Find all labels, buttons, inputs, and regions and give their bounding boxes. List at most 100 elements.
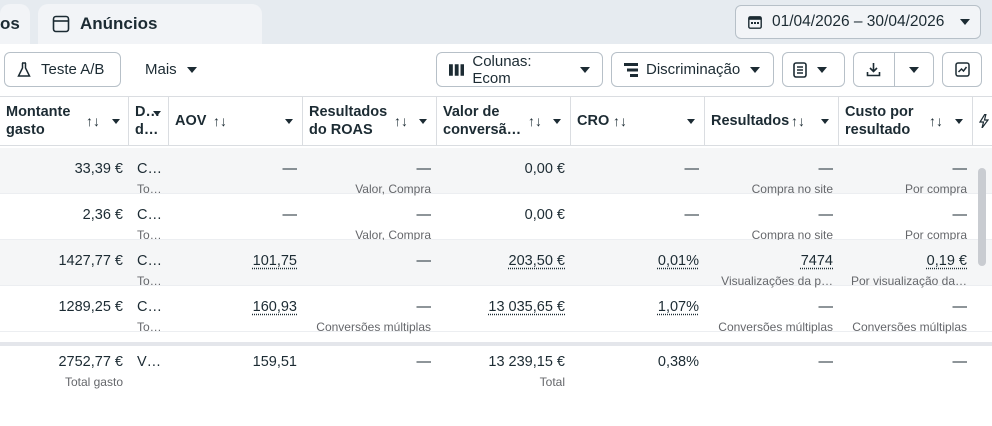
flask-icon xyxy=(17,61,31,77)
cell-roas: — xyxy=(416,207,432,223)
chevron-down-icon[interactable] xyxy=(821,118,829,124)
cell-cost-per-result: — xyxy=(952,299,968,315)
total-amount-caption: Total gasto xyxy=(64,375,123,389)
columns-icon xyxy=(449,63,465,76)
tab-partial[interactable]: os xyxy=(0,4,30,44)
sort-icon[interactable]: ↑↓ xyxy=(791,112,805,130)
cell-amount-spent: 1427,77 € xyxy=(58,253,123,269)
cell-amount-spent: 1289,25 € xyxy=(58,299,123,315)
col-roas-results[interactable]: Resultados do ROAS ↑↓ xyxy=(303,97,437,145)
col-results[interactable]: Resultados ↑↓ xyxy=(705,97,839,145)
breakdown-button[interactable]: Discriminação xyxy=(611,52,774,87)
export-button-group[interactable] xyxy=(853,52,934,87)
total-cro: 0,38% xyxy=(657,354,699,370)
cell-delivery: C… xyxy=(137,161,162,177)
col-cro[interactable]: CRO ↑↓ xyxy=(571,97,705,145)
cell-cro: 0,01% xyxy=(657,253,699,269)
reports-button[interactable] xyxy=(782,52,845,87)
export-dropdown[interactable] xyxy=(895,53,934,86)
chevron-down-icon xyxy=(580,66,590,73)
chevron-down-icon[interactable] xyxy=(419,118,427,124)
date-range-picker[interactable]: 01/04/2026 – 30/04/2026 xyxy=(735,5,981,39)
sort-icon[interactable]: ↑↓ xyxy=(394,112,408,130)
chart-toggle-button[interactable] xyxy=(942,52,982,87)
cell-cost-per-result: — xyxy=(952,161,968,177)
more-label: Mais xyxy=(145,61,177,78)
table-row[interactable]: 33,39 € C… To… — — Valor, Compra 0,00 € — — Compr… xyxy=(0,148,992,196)
cell-roas: — xyxy=(416,161,432,177)
cell-cost-per-result: 0,19 € xyxy=(926,253,967,269)
cell-aov: — xyxy=(282,207,298,223)
header-line: Valor de xyxy=(443,104,500,120)
cell-aov: 160,93 xyxy=(252,299,297,315)
cell-amount-spent: 33,39 € xyxy=(74,161,123,177)
more-button[interactable]: Mais xyxy=(132,52,212,87)
cell-roas-caption: Conversões múltiplas xyxy=(316,320,431,334)
chevron-down-icon[interactable] xyxy=(553,118,561,124)
sort-icon[interactable]: ↑↓ xyxy=(86,112,100,130)
total-roas: — xyxy=(416,354,432,370)
header-line: gasto xyxy=(6,122,45,138)
download-icon xyxy=(866,63,881,77)
export-button[interactable] xyxy=(854,53,895,86)
cell-roas: — xyxy=(416,253,432,269)
chevron-down-icon[interactable] xyxy=(285,118,293,124)
cell-delivery: C… xyxy=(137,207,162,223)
chevron-down-icon xyxy=(908,66,919,73)
header-line: CRO xyxy=(577,113,610,129)
columns-button[interactable]: Colunas: Ecom xyxy=(436,52,603,87)
total-conversion-caption: Total xyxy=(539,375,565,389)
cell-conversion-value: 0,00 € xyxy=(524,207,565,223)
cell-conversion-value: 0,00 € xyxy=(524,161,565,177)
chevron-down-icon[interactable] xyxy=(112,118,120,124)
total-results: — xyxy=(818,354,834,370)
chevron-down-icon[interactable] xyxy=(955,118,963,124)
total-aov: 159,51 xyxy=(252,354,297,370)
header-line: d… xyxy=(135,122,159,138)
columns-label: Colunas: Ecom xyxy=(472,52,532,87)
col-conversion-value[interactable]: Valor de conversã… ↑↓ xyxy=(437,97,571,145)
sort-icon[interactable]: ↑↓ xyxy=(213,112,227,130)
cell-results: 7474 xyxy=(800,253,833,269)
header-line: Montante xyxy=(6,104,71,120)
chevron-down-icon[interactable] xyxy=(687,118,695,124)
header-line: do ROAS xyxy=(309,122,373,138)
ab-test-label: Teste A/B xyxy=(41,61,105,78)
tab-ads[interactable]: Anúncios xyxy=(38,4,262,44)
vertical-scrollbar[interactable] xyxy=(978,168,986,266)
trend-chart-icon xyxy=(954,62,970,77)
table-row[interactable]: 2,36 € C… To… — — Valor, Compra 0,00 € — — Compra… xyxy=(0,194,992,242)
table-row[interactable]: 1289,25 € C… To… 160,93 — Conversões múltipla… xyxy=(0,286,992,334)
cell-conversion-value: 13 035,65 € xyxy=(488,299,565,315)
col-amount-spent[interactable]: Montante gasto ↑↓ xyxy=(0,97,129,145)
chevron-down-icon xyxy=(186,66,197,73)
sort-icon[interactable]: ↑↓ xyxy=(528,112,542,130)
sort-icon[interactable]: ↑↓ xyxy=(929,112,943,130)
cell-amount-spent: 2,36 € xyxy=(82,207,123,223)
cell-conversion-value: 203,50 € xyxy=(508,253,565,269)
chevron-down-icon xyxy=(817,66,827,73)
table-row[interactable]: 1427,77 € C… To… 101,75—203,50 €0,01% 7474 Vi… xyxy=(0,240,992,288)
cell-results: — xyxy=(818,161,834,177)
cell-cost-per-result: — xyxy=(952,207,968,223)
sort-icon[interactable]: ↑↓ xyxy=(613,112,627,130)
cell-cro: 1,07% xyxy=(657,299,699,315)
col-next-partial[interactable] xyxy=(973,97,992,145)
cell-cro: — xyxy=(684,161,700,177)
cell-delivery: C… xyxy=(137,253,162,269)
header-line: resultado xyxy=(845,122,911,138)
ab-test-button[interactable]: Teste A/B xyxy=(4,52,121,87)
cell-results-caption: Conversões múltiplas xyxy=(718,320,833,334)
col-cost-per-result[interactable]: Custo por resultado ↑↓ xyxy=(839,97,973,145)
col-delivery[interactable]: D… d… xyxy=(129,97,169,145)
header-line: conversã… xyxy=(443,122,522,138)
tab-ads-label: Anúncios xyxy=(80,14,158,33)
breakdown-icon xyxy=(624,62,638,77)
chevron-down-icon[interactable] xyxy=(153,111,161,116)
chevron-down-icon xyxy=(960,19,970,25)
cell-delivery-sub: To… xyxy=(137,320,162,334)
cell-roas: — xyxy=(416,299,432,315)
col-aov[interactable]: AOV ↑↓ xyxy=(169,97,303,145)
top-tab-bar: os Anúncios 01/04/2026 – 30/04/2026 xyxy=(0,0,992,44)
breakdown-label: Discriminação xyxy=(646,61,741,78)
